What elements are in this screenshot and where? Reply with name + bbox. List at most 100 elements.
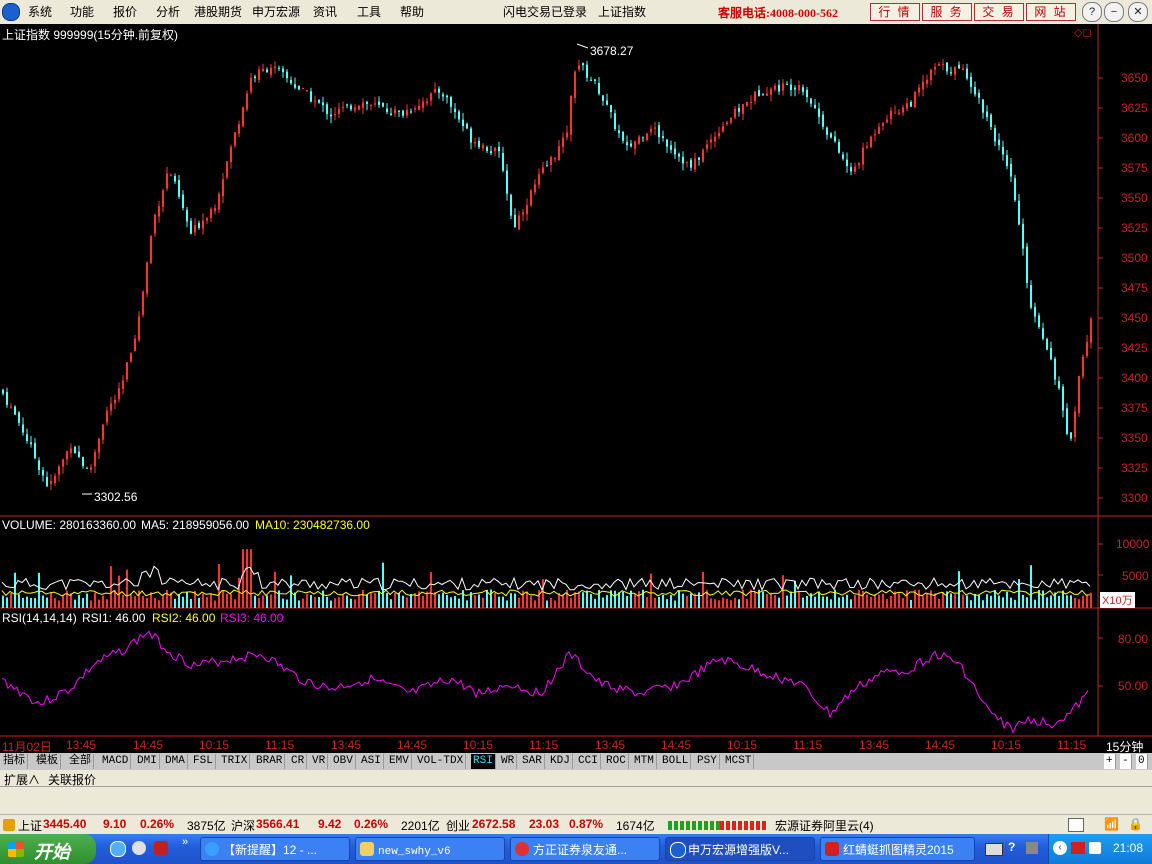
kline-chart[interactable] [0,24,1152,737]
close-icon[interactable]: ✕ [1128,2,1148,22]
flag-icon[interactable] [1071,842,1085,854]
volume-bar [990,595,992,608]
candle [50,480,52,484]
keyboard-icon[interactable] [985,843,1003,856]
indicator-tab-vol-tdx[interactable]: VOL-TDX [415,754,467,769]
candle [518,215,520,230]
volume-bar [66,590,68,608]
tab-control-1[interactable]: - [1120,754,1132,769]
indicator-tab-asi[interactable]: ASI [359,754,384,769]
candle [190,220,192,234]
tray-arrow-icon[interactable]: ‹ [1053,841,1067,855]
lock-icon[interactable]: 🔒 [1128,817,1143,831]
app-logo-icon[interactable] [2,3,20,21]
candle [878,126,880,134]
candle [846,159,848,167]
volume-bar [542,579,544,608]
indicator-tab-dmi[interactable]: DMI [135,754,160,769]
indicator-tab-obv[interactable]: OBV [331,754,356,769]
candle [854,166,856,173]
volume-bar [602,597,604,608]
menu-function[interactable]: 功能 [70,3,94,20]
task-swhy[interactable]: 申万宏源增强版V... [665,837,815,861]
indicator-tab-emv[interactable]: EMV [387,754,412,769]
settings-tray-icon[interactable] [1026,842,1038,854]
indicator-tab-dma[interactable]: DMA [163,754,188,769]
task-forum-label: 【新提醒】12 - ... [223,843,318,857]
menu-tools[interactable]: 工具 [357,3,381,20]
indicator-tab-mtm[interactable]: MTM [632,754,657,769]
ie-icon[interactable] [110,841,126,857]
browser-icon[interactable] [132,841,146,855]
indicator-tab-wr[interactable]: WR [499,754,518,769]
indicator-tab-mcst[interactable]: MCST [723,754,755,769]
indicator-tab-全部[interactable]: 全部 [67,754,94,769]
server-name[interactable]: 宏源证券阿里云(4) [775,817,874,834]
help-icon[interactable]: ? [1082,2,1102,22]
task-folder[interactable]: new_swhy_v6 [355,837,505,861]
tab-control-2[interactable]: 0 [1136,754,1148,769]
indicator-tab-rsi[interactable]: RSI [471,754,496,769]
rsi-tick-80: 80.00 [1118,632,1149,646]
volume-bar [698,592,700,608]
network-icon[interactable] [1089,842,1101,854]
trade-button[interactable]: 交 易 [974,3,1024,21]
menu-info[interactable]: 资讯 [313,3,337,20]
candle [326,104,328,114]
candle [286,71,288,79]
menu-swhy[interactable]: 申万宏源 [252,3,300,20]
indicator-tab-sar[interactable]: SAR [520,754,545,769]
candle [310,91,312,102]
menu-analysis[interactable]: 分析 [156,3,180,20]
menu-quote[interactable]: 报价 [113,3,137,20]
high-marker [576,43,589,49]
chart-pane[interactable]: 上证指数 999999(15分钟.前复权) ◇◻ 3678.27 3302.56… [0,24,1152,754]
minimize-icon[interactable]: − [1104,2,1124,22]
indicator-tab-trix[interactable]: TRIX [219,754,251,769]
candle [506,170,508,194]
task-forum[interactable]: 【新提醒】12 - ... [200,837,350,861]
indicator-tab-kdj[interactable]: KDJ [548,754,573,769]
indicator-tab-cr[interactable]: CR [289,754,308,769]
app-quick-icon[interactable] [154,841,168,855]
website-button[interactable]: 网 站 [1026,3,1076,21]
volume-bar [1006,591,1008,608]
clock[interactable]: 21:08 [1113,841,1143,855]
quote-button[interactable]: 行 情 [870,3,920,21]
message-icon[interactable] [1068,818,1084,832]
indicator-tab-boll[interactable]: BOLL [660,754,692,769]
candle [174,175,176,182]
candle [894,112,896,114]
candle [522,212,524,215]
expand-button[interactable]: 扩展∧ [4,771,40,788]
volume-bar [942,591,944,608]
candle [494,147,496,152]
service-button[interactable]: 服 务 [922,3,972,21]
quicklaunch-more-icon[interactable]: » [182,836,188,848]
chart-options-icon[interactable]: ◇◻ [1074,26,1092,39]
indicator-tab-fsl[interactable]: FSL [191,754,216,769]
candle [262,68,264,72]
volume-bar [634,593,636,608]
indicator-tab-cci[interactable]: CCI [576,754,601,769]
task-founder[interactable]: 方正证券泉友通... [510,837,660,861]
task-capture[interactable]: 红蜻蜓抓图精灵2015 [820,837,975,861]
tab-control-0[interactable]: + [1104,754,1116,769]
menu-system[interactable]: 系统 [28,3,52,20]
indicator-tab-macd[interactable]: MACD [100,754,132,769]
price-tick: 3575 [1121,161,1148,175]
indicator-tab-brar[interactable]: BRAR [254,754,286,769]
candle [218,193,220,210]
indicator-tab-模板[interactable]: 模板 [34,754,61,769]
menu-hk-futures[interactable]: 港股期货 [194,3,242,20]
help-tray-icon[interactable]: ? [1008,840,1015,854]
indicator-tab-vr[interactable]: VR [310,754,329,769]
related-quote-button[interactable]: 关联报价 [48,771,96,788]
volume-bar [22,597,24,608]
start-button[interactable]: 开始 [0,834,96,864]
indicator-tab-psy[interactable]: PSY [695,754,720,769]
indicator-tab-指标[interactable]: 指标 [1,754,28,769]
indicator-tab-roc[interactable]: ROC [604,754,629,769]
volume-bar [658,596,660,608]
menu-help[interactable]: 帮助 [400,3,424,20]
